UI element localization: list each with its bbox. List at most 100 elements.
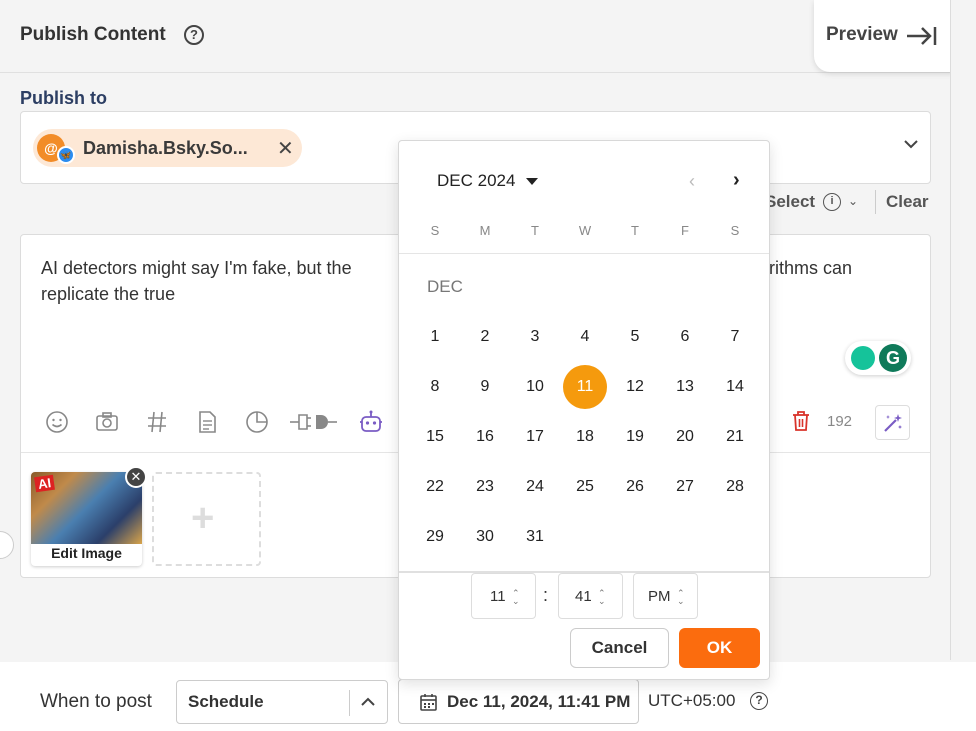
timezone-label: UTC+05:00 bbox=[648, 691, 736, 710]
day-cell[interactable]: 26 bbox=[613, 465, 657, 509]
help-icon[interactable]: ? bbox=[184, 25, 204, 45]
date-picker: DEC 2024 ‹ › S M T W T F S DEC 123456789… bbox=[398, 140, 770, 680]
hour-spinner-icon[interactable]: ⌃ ⌄ bbox=[512, 589, 520, 606]
minute-spinner-icon[interactable]: ⌃ ⌄ bbox=[598, 589, 606, 606]
day-cell[interactable]: 16 bbox=[463, 415, 507, 459]
day-cell[interactable]: 4 bbox=[563, 315, 607, 359]
character-count: 192 bbox=[827, 413, 853, 430]
camera-icon[interactable] bbox=[94, 409, 120, 435]
day-cell[interactable]: 18 bbox=[563, 415, 607, 459]
day-cell[interactable]: 12 bbox=[613, 365, 657, 409]
emoji-icon[interactable] bbox=[44, 409, 70, 435]
day-cell[interactable]: 13 bbox=[663, 365, 707, 409]
select-button[interactable]: Select bbox=[765, 192, 815, 212]
calendar-icon bbox=[420, 694, 437, 711]
day-cell[interactable]: 14 bbox=[713, 365, 757, 409]
weekday-label: F bbox=[681, 223, 689, 238]
day-cell[interactable]: 31 bbox=[513, 515, 557, 559]
day-cell[interactable]: 24 bbox=[513, 465, 557, 509]
select-chevron-icon[interactable]: ⌄ bbox=[848, 194, 858, 208]
post-text-line1: AI detectors might say I'm fake, but the bbox=[41, 258, 352, 278]
account-name: Damisha.Bsky.So... bbox=[83, 138, 248, 158]
next-month-icon[interactable]: › bbox=[733, 169, 740, 192]
remove-media-icon[interactable]: ✕ bbox=[125, 466, 147, 488]
minute-value: 41 bbox=[575, 588, 592, 605]
day-cell[interactable]: 7 bbox=[713, 315, 757, 359]
divider bbox=[875, 190, 876, 214]
day-cell[interactable]: 2 bbox=[463, 315, 507, 359]
add-media-button[interactable]: + bbox=[152, 472, 261, 566]
thumbnail-badge: AI bbox=[34, 474, 55, 493]
collapse-handle[interactable] bbox=[0, 531, 14, 559]
day-cell[interactable]: 3 bbox=[513, 315, 557, 359]
right-rail bbox=[950, 0, 976, 660]
pie-chart-icon[interactable] bbox=[244, 409, 270, 435]
date-time-button[interactable]: Dec 11, 2024, 11:41 PM bbox=[398, 679, 639, 724]
day-cell[interactable]: 10 bbox=[513, 365, 557, 409]
robot-icon[interactable] bbox=[358, 409, 384, 435]
post-text-line1-end: rithms can bbox=[769, 258, 853, 278]
cancel-button[interactable]: Cancel bbox=[570, 628, 669, 668]
trash-icon[interactable] bbox=[791, 410, 811, 432]
remove-account-icon[interactable]: ✕ bbox=[277, 136, 294, 161]
info-icon[interactable]: i bbox=[823, 193, 841, 211]
grammarly-widget[interactable]: G bbox=[845, 341, 911, 375]
day-cell[interactable]: 23 bbox=[463, 465, 507, 509]
day-cell[interactable]: 27 bbox=[663, 465, 707, 509]
weekday-label: S bbox=[430, 223, 440, 238]
clear-button[interactable]: Clear bbox=[886, 192, 929, 212]
weekday-label: T bbox=[531, 223, 539, 238]
divider bbox=[349, 690, 350, 716]
weekday-label: S bbox=[730, 223, 740, 238]
day-cell[interactable]: 1 bbox=[413, 315, 457, 359]
collapse-right-icon bbox=[907, 27, 937, 45]
chevron-down-icon[interactable] bbox=[901, 134, 921, 154]
prev-month-icon[interactable]: ‹ bbox=[689, 171, 695, 192]
time-separator: : bbox=[543, 585, 549, 605]
day-cell[interactable]: 19 bbox=[613, 415, 657, 459]
month-year-selector[interactable]: DEC 2024 bbox=[437, 171, 515, 191]
account-chip[interactable]: @ 🦋 Damisha.Bsky.So... ✕ bbox=[33, 129, 302, 167]
ok-button[interactable]: OK bbox=[679, 628, 760, 668]
date-time-value: Dec 11, 2024, 11:41 PM bbox=[447, 692, 631, 711]
minute-input[interactable]: 41 ⌃ ⌄ bbox=[558, 573, 623, 619]
document-icon[interactable] bbox=[194, 409, 220, 435]
post-text-line2: replicate the true bbox=[41, 284, 176, 304]
month-section-label: DEC bbox=[427, 277, 463, 296]
day-cell[interactable]: 5 bbox=[613, 315, 657, 359]
day-cell[interactable]: 22 bbox=[413, 465, 457, 509]
day-cell[interactable]: 20 bbox=[663, 415, 707, 459]
schedule-select[interactable]: Schedule bbox=[176, 680, 388, 724]
ampm-input[interactable]: PM ⌃ ⌄ bbox=[633, 573, 698, 619]
grammarly-icon: G bbox=[879, 344, 907, 372]
caret-down-icon[interactable] bbox=[526, 178, 538, 185]
day-selected[interactable]: 11 bbox=[563, 365, 607, 409]
edit-image-button[interactable]: Edit Image bbox=[31, 545, 142, 561]
bluesky-icon: 🦋 bbox=[57, 146, 75, 164]
day-cell[interactable]: 30 bbox=[463, 515, 507, 559]
weekday-label: W bbox=[578, 223, 592, 238]
preview-button[interactable]: Preview bbox=[814, 0, 954, 72]
day-cell[interactable]: 15 bbox=[413, 415, 457, 459]
day-cell[interactable]: 29 bbox=[413, 515, 457, 559]
hour-input[interactable]: 11 ⌃ ⌄ bbox=[471, 573, 536, 619]
media-thumbnail[interactable]: AI Edit Image bbox=[31, 472, 142, 566]
lightbulb-icon bbox=[851, 346, 875, 370]
ai-assist-button[interactable] bbox=[875, 405, 910, 440]
preview-label: Preview bbox=[826, 24, 898, 45]
day-cell[interactable]: 9 bbox=[463, 365, 507, 409]
plug-icon[interactable] bbox=[289, 409, 339, 435]
day-cell[interactable]: 6 bbox=[663, 315, 707, 359]
day-cell[interactable]: 28 bbox=[713, 465, 757, 509]
day-cell[interactable]: 21 bbox=[713, 415, 757, 459]
hashtag-icon[interactable] bbox=[144, 409, 170, 435]
ampm-spinner-icon[interactable]: ⌃ ⌄ bbox=[677, 589, 685, 606]
day-cell[interactable]: 8 bbox=[413, 365, 457, 409]
weekday-label: T bbox=[631, 223, 639, 238]
day-cell[interactable]: 25 bbox=[563, 465, 607, 509]
schedule-value: Schedule bbox=[188, 692, 264, 711]
weekday-label: M bbox=[479, 223, 491, 238]
day-cell[interactable]: 17 bbox=[513, 415, 557, 459]
chevron-up-icon[interactable] bbox=[359, 693, 377, 711]
timezone-help-icon[interactable]: ? bbox=[750, 692, 768, 710]
